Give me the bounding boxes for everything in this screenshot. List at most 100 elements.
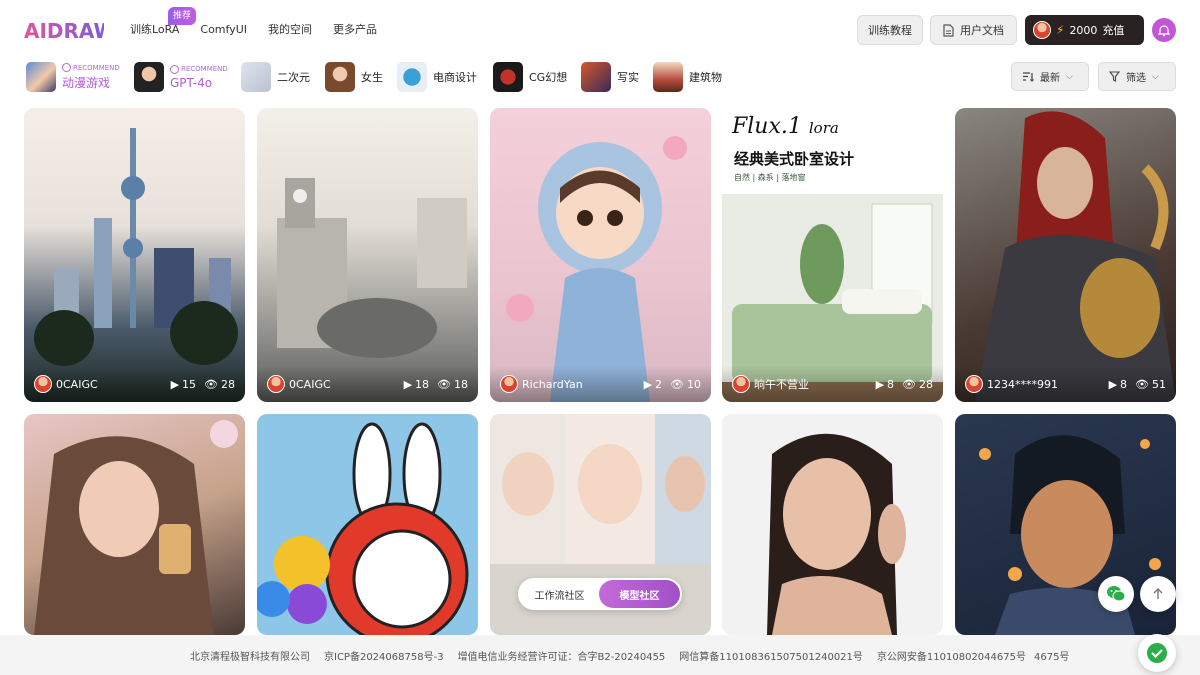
footer-icp[interactable]: 京ICP备2024068758号-3 [324,648,444,663]
card-image-ink-building [277,178,467,358]
likes-count: ▶ 8 [1108,377,1128,391]
card-image-city-skyline [34,128,238,366]
sort-dropdown[interactable]: 最新 ⌵ [1011,62,1089,91]
category-gpt4o[interactable]: RECOMMEND GPT-4o [134,62,228,92]
recommend-tag: RECOMMEND [62,63,120,72]
back-to-top-button[interactable] [1140,576,1176,612]
category-label: GPT-4o [170,75,213,90]
recommend-badge: 推荐 [168,7,197,25]
footer-police-record[interactable]: 京公网安备110108020446​75号 [877,648,1026,663]
author-avatar [267,375,285,393]
author-avatar [500,375,518,393]
category-thumbnail [493,62,523,92]
model-card[interactable]: RichardYan ▶ 2 👁 10 [490,108,711,402]
bell-icon [1158,24,1170,36]
chevron-down-icon: ⌵ [1152,71,1159,82]
wechat-icon [1107,586,1126,602]
likes-count: ▶ 18 [403,377,430,391]
eye-icon: 👁 [902,377,916,391]
author-name: 1234****991 [987,377,1058,391]
notification-bell-button[interactable] [1152,18,1176,42]
model-card[interactable]: Flux.1 lora 经典美式卧室设计 自然 | 森系 | 落地窗 晌午不营业… [722,108,943,402]
card-author[interactable]: 0CAIGC [267,375,331,393]
category-cg-fantasy[interactable]: CG幻想 [493,62,567,92]
model-card[interactable] [257,414,478,635]
sort-icon [1023,72,1034,82]
play-icon: ▶ [875,377,885,391]
model-card[interactable]: 1234****991 ▶ 8 👁 51 [955,108,1176,402]
card-author[interactable]: 1234****991 [965,375,1058,393]
category-label: 电商设计 [433,71,477,84]
nav-train-lora[interactable]: 训练LoRA 推荐 [130,7,197,38]
user-docs-label: 用户文档 [960,24,1004,37]
footer-extra: 4675号 [1033,651,1070,663]
footer-algo-record[interactable]: 网信算备110108361507501240021号 [679,648,863,663]
nav-my-space[interactable]: 我的空间 [268,22,312,38]
nav-more-products[interactable]: 更多产品 [333,22,377,38]
card-meta: 0CAIGC ▶ 18 👁 18 [257,366,478,402]
category-label: 写实 [617,71,639,84]
card-meta: 0CAIGC ▶ 15 👁 28 [24,366,245,402]
model-card[interactable]: 0CAIGC ▶ 15 👁 28 [24,108,245,402]
views-count: 👁 10 [670,377,701,391]
category-label: 女生 [361,71,383,84]
category-girls[interactable]: 女生 [325,62,383,92]
card-image-fantasy-warrior [975,111,1176,402]
flux-title: Flux.1 lora [732,114,839,139]
play-icon: ▶ [403,377,413,391]
category-thumbnail [653,62,683,92]
credits-recharge-button[interactable]: ⚡ 2000 充值 [1025,15,1144,45]
eye-icon: 👁 [670,377,684,391]
flux-subtitle: 经典美式卧室设计 [734,150,855,168]
nav-my-space-label: 我的空间 [268,23,313,36]
card-author[interactable]: RichardYan [500,375,583,393]
views-count: 👁 51 [1135,377,1166,391]
author-name: 0CAIGC [289,377,331,391]
nav-comfyui[interactable]: ComfyUI [200,22,247,38]
category-thumbnail [26,62,56,92]
site-footer: 北京清程极智科技有限公司 京ICP备2024068758号-3 增值电信业务经营… [0,635,1200,675]
model-card[interactable] [24,414,245,635]
user-docs-button[interactable]: 用户文档 [930,15,1017,45]
aidraw-logo[interactable]: AIDRAW [24,18,104,44]
footer-company: 北京清程极智科技有限公司 [190,651,310,663]
views-count: 👁 28 [902,377,933,391]
category-thumbnail [134,62,164,92]
category-thumbnail [581,62,611,92]
eye-icon: 👁 [1135,377,1149,391]
category-2d[interactable]: 二次元 [241,62,310,92]
views-count: 👁 28 [204,377,235,391]
eye-icon: 👁 [437,377,451,391]
wechat-button[interactable] [1098,576,1134,612]
author-name: 0CAIGC [56,377,98,391]
sort-label: 最新 [1040,73,1060,84]
category-label: 二次元 [277,71,310,84]
filter-dropdown[interactable]: 筛选 ⌵ [1098,62,1176,91]
card-author[interactable]: 0CAIGC [34,375,98,393]
tutorial-label: 训练教程 [868,24,912,37]
category-thumbnail [241,62,271,92]
user-avatar[interactable] [1033,21,1051,39]
tutorial-button[interactable]: 训练教程 [857,15,923,45]
author-avatar [965,375,983,393]
model-community-tab[interactable]: 模型社区 [599,580,680,608]
card-meta: 晌午不营业 ▶ 8 👁 28 [722,366,943,402]
chat-support-button[interactable] [1138,634,1176,672]
card-image-chibi-girl [506,136,687,402]
card-author[interactable]: 晌午不营业 [732,375,809,393]
nav-more-products-label: 更多产品 [333,23,378,36]
top-header: AIDRAW 训练LoRA 推荐 ComfyUI 我的空间 更多产品 训练教程 … [0,0,1200,60]
workflow-community-tab[interactable]: 工作流社区 [520,587,599,602]
flux-tags: 自然 | 森系 | 落地窗 [734,173,806,182]
category-realistic[interactable]: 写实 [581,62,639,92]
model-card[interactable] [722,414,943,635]
category-architecture[interactable]: 建筑物 [653,62,722,92]
card-image-woman-portrait [767,433,906,635]
model-card[interactable]: 0CAIGC ▶ 18 👁 18 [257,108,478,402]
funnel-icon [1109,71,1120,82]
card-image-girl-drinking [34,420,238,635]
category-anime-games[interactable]: RECOMMEND 动漫游戏 [26,62,120,92]
category-ecommerce[interactable]: 电商设计 [397,62,477,92]
likes-count: ▶ 15 [170,377,197,391]
footer-license[interactable]: 增值电信业务经营许可证：合字B2-20240455 [458,648,666,663]
